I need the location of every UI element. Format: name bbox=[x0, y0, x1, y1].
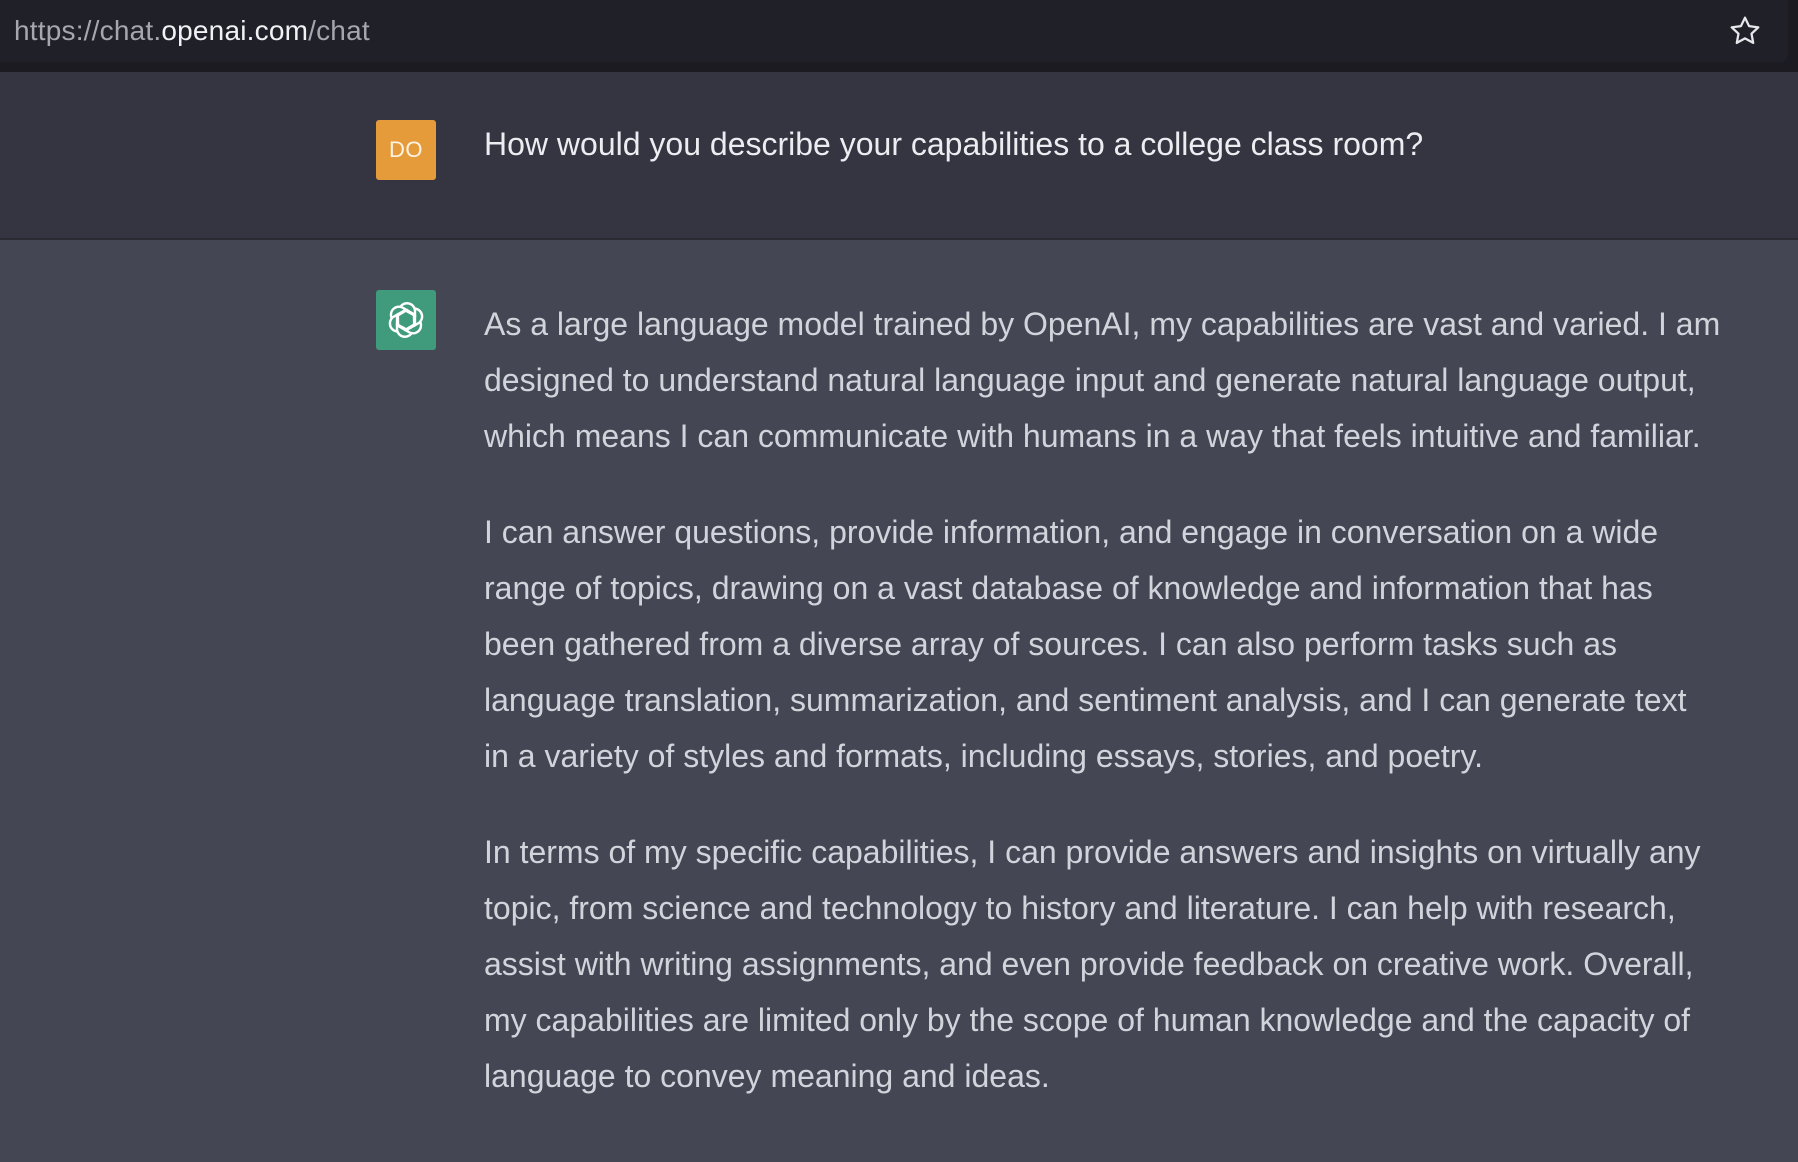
answer-line: assist with writing assignments, and eve… bbox=[484, 946, 1694, 982]
answer-line: my capabilities are limited only by the … bbox=[484, 1002, 1691, 1038]
answer-line: topic, from science and technology to hi… bbox=[484, 890, 1676, 926]
assistant-message: As a large language model trained by Ope… bbox=[484, 296, 1784, 1144]
answer-line: range of topics, drawing on a vast datab… bbox=[484, 570, 1653, 606]
answer-line: I can answer questions, provide informat… bbox=[484, 514, 1659, 550]
address-url[interactable]: https://chat.openai.com/chat bbox=[14, 14, 370, 48]
url-domain: openai.com bbox=[161, 15, 309, 46]
user-message-row: DO How would you describe your capabilit… bbox=[0, 72, 1798, 240]
answer-line: in a variety of styles and formats, incl… bbox=[484, 738, 1483, 774]
answer-paragraph: I can answer questions, provide informat… bbox=[484, 504, 1784, 784]
answer-paragraph: In terms of my specific capabilities, I … bbox=[484, 824, 1784, 1104]
answer-line: been gathered from a diverse array of so… bbox=[484, 626, 1617, 662]
url-prefix: https://chat. bbox=[14, 15, 162, 46]
star-icon[interactable] bbox=[1728, 14, 1762, 48]
user-avatar: DO bbox=[376, 120, 436, 180]
answer-line: designed to understand natural language … bbox=[484, 362, 1696, 398]
assistant-avatar bbox=[376, 290, 436, 350]
user-message: How would you describe your capabilities… bbox=[484, 126, 1424, 162]
answer-line: which means I can communicate with human… bbox=[484, 418, 1701, 454]
answer-paragraph: As a large language model trained by Ope… bbox=[484, 296, 1784, 464]
answer-line: As a large language model trained by Ope… bbox=[484, 306, 1721, 342]
answer-line: language to convey meaning and ideas. bbox=[484, 1058, 1050, 1094]
browser-toolbar: https://chat.openai.com/chat bbox=[0, 0, 1798, 72]
assistant-message-row: As a large language model trained by Ope… bbox=[0, 240, 1798, 1162]
address-bar[interactable]: https://chat.openai.com/chat bbox=[0, 0, 1788, 62]
answer-line: In terms of my specific capabilities, I … bbox=[484, 834, 1701, 870]
url-path: /chat bbox=[308, 15, 370, 46]
answer-line: language translation, summarization, and… bbox=[484, 682, 1687, 718]
openai-logo-icon bbox=[388, 302, 424, 338]
